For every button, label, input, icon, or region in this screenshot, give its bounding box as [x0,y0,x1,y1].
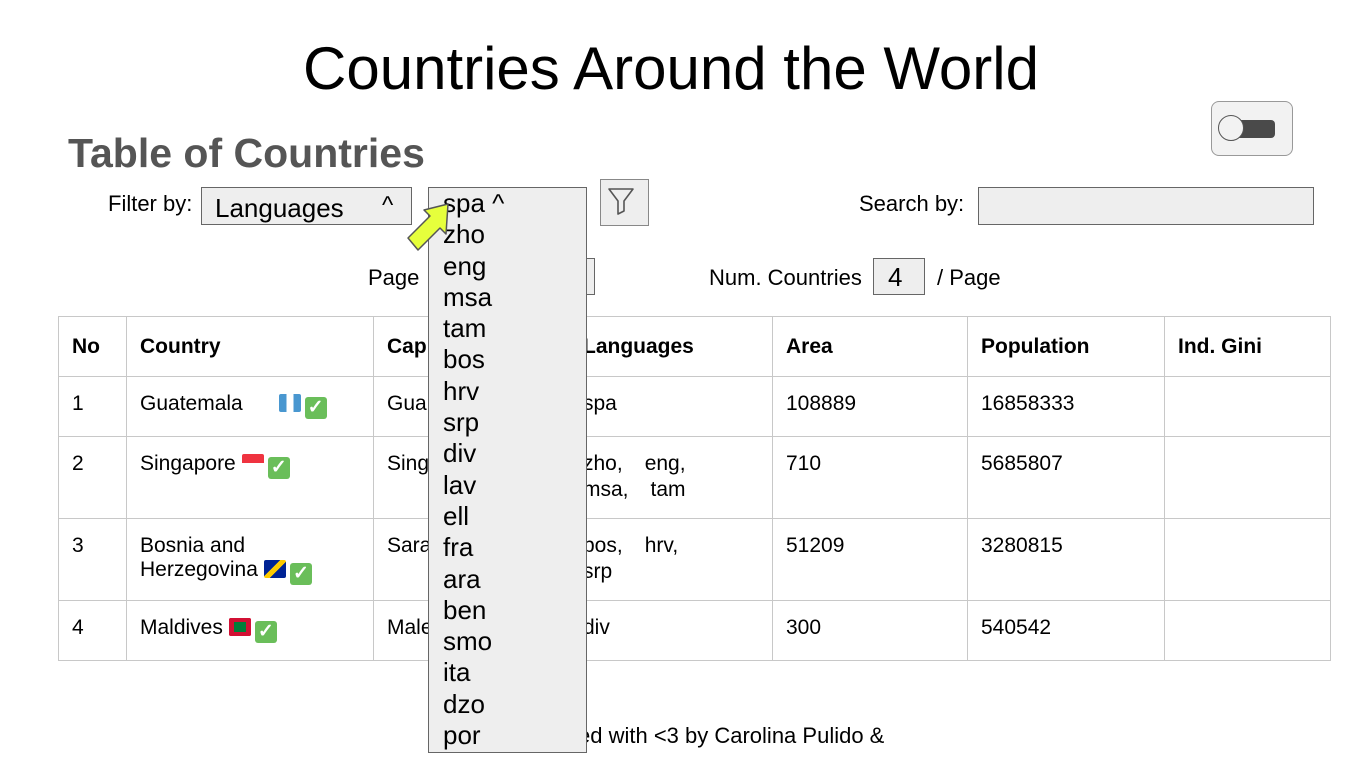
table-row[interactable]: 1 Guatemala ✓ Gua spa 108889 16858333 [58,376,1331,437]
dropdown-option[interactable]: srp [429,407,586,438]
theme-toggle[interactable] [1211,101,1293,156]
col-header-no[interactable]: No [58,316,127,377]
cell-population: 3280815 [967,518,1165,601]
language-tag: div [583,616,610,639]
language-tag: hrv, [644,534,679,557]
cell-no: 3 [58,518,127,601]
check-icon: ✓ [289,563,312,585]
cell-country: Guatemala ✓ [126,376,374,437]
language-tag: bos, [583,534,623,557]
cell-languages: spa [569,376,773,437]
col-header-gini[interactable]: Ind. Gini [1164,316,1331,377]
filter-field-value: Languages [215,193,344,223]
flag-singapore-icon [241,454,264,472]
dropdown-option[interactable]: ell [429,501,586,532]
cell-area: 300 [772,600,968,661]
cell-population: 5685807 [967,436,1165,519]
cell-languages: div [569,600,773,661]
country-name: Maldives [140,616,223,639]
chevron-up-icon: ^ [492,188,505,218]
language-tag: zho, [583,452,623,475]
language-tag: eng, [644,452,686,475]
cell-no: 4 [58,600,127,661]
language-tag: spa [583,392,617,415]
check-icon: ✓ [254,621,277,643]
cell-area: 51209 [772,518,968,601]
country-name: Singapore [140,452,236,475]
dropdown-option[interactable]: bos [429,344,586,375]
dropdown-option[interactable]: smo [429,626,586,657]
arrow-cursor-icon [407,203,449,251]
per-page-label: / Page [937,265,1001,290]
funnel-icon [608,188,634,215]
cell-area: 108889 [772,376,968,437]
check-icon: ✓ [304,397,327,419]
col-header-country[interactable]: Country [126,316,374,377]
dropdown-option[interactable]: ita [429,657,586,688]
col-header-languages[interactable]: Languages [569,316,773,377]
cell-country: Maldives ✓ [126,600,374,661]
dropdown-option[interactable]: msa [429,282,586,313]
filter-field-select[interactable]: Languages ^ [201,187,412,225]
dropdown-option[interactable]: ben [429,595,586,626]
dropdown-option[interactable]: lav [429,470,586,501]
table-row[interactable]: 4 Maldives ✓ Male div 300 540542 [58,600,1331,661]
cell-population: 540542 [967,600,1165,661]
table-row[interactable]: 3 Bosnia and Herzegovina ✓ Sara bos, hrv,… [58,518,1331,601]
page-title: Countries Around the World [303,35,1039,102]
col-header-area[interactable]: Area [772,316,968,377]
filter-label: Filter by: [108,191,193,216]
countries-table: No Country Cap Languages Area Population… [58,316,1331,661]
dropdown-option[interactable]: eng [429,251,586,282]
cell-gini [1164,600,1331,661]
page-label: Page [368,265,420,290]
cell-country: Singapore ✓ [126,436,374,519]
language-tag: srp [583,560,613,583]
check-icon: ✓ [267,457,290,479]
country-name: Bosnia and Herzegovina [140,534,258,581]
cell-languages: zho, eng, msa, tam [569,436,773,519]
flag-bosnia-icon [263,560,286,578]
dropdown-selected[interactable]: spa ^ [429,188,586,219]
search-input[interactable] [978,187,1314,225]
dropdown-option[interactable]: fra [429,532,586,563]
cell-gini [1164,376,1331,437]
toggle-knob [1218,115,1244,141]
flag-maldives-icon [228,618,251,636]
cell-country: Bosnia and Herzegovina ✓ [126,518,374,601]
num-countries-input[interactable]: 4 [873,258,925,295]
search-label: Search by: [859,191,965,216]
col-header-population[interactable]: Population [967,316,1165,377]
cell-gini [1164,436,1331,519]
num-countries-label: Num. Countries [709,265,862,290]
footer-credit: ed with <3 by Carolina Pulido & [578,723,885,748]
cell-gini [1164,518,1331,601]
cell-population: 16858333 [967,376,1165,437]
dropdown-option[interactable]: ara [429,564,586,595]
dropdown-option[interactable]: tam [429,313,586,344]
chevron-up-icon: ^ [382,192,394,219]
table-row[interactable]: 2 Singapore ✓ Sing zho, eng, msa, tam 710… [58,436,1331,519]
cell-no: 1 [58,376,127,437]
language-tag: msa, [583,478,629,501]
section-title: Table of Countries [68,130,425,176]
cell-languages: bos, hrv, srp [569,518,773,601]
table-header-row: No Country Cap Languages Area Population… [58,316,1331,377]
dropdown-option[interactable]: zho [429,219,586,250]
dropdown-option[interactable]: hrv [429,376,586,407]
filter-button[interactable] [600,179,649,226]
dropdown-option[interactable]: dzo [429,689,586,720]
dropdown-option[interactable]: div [429,438,586,469]
dropdown-option[interactable]: por [429,720,586,751]
filter-value-dropdown[interactable]: spa ^ zho eng msa tam bos hrv srp div la… [428,187,587,753]
language-tag: tam [650,478,686,501]
cell-no: 2 [58,436,127,519]
flag-guatemala-icon [278,394,301,412]
country-name: Guatemala [140,392,243,415]
cell-area: 710 [772,436,968,519]
